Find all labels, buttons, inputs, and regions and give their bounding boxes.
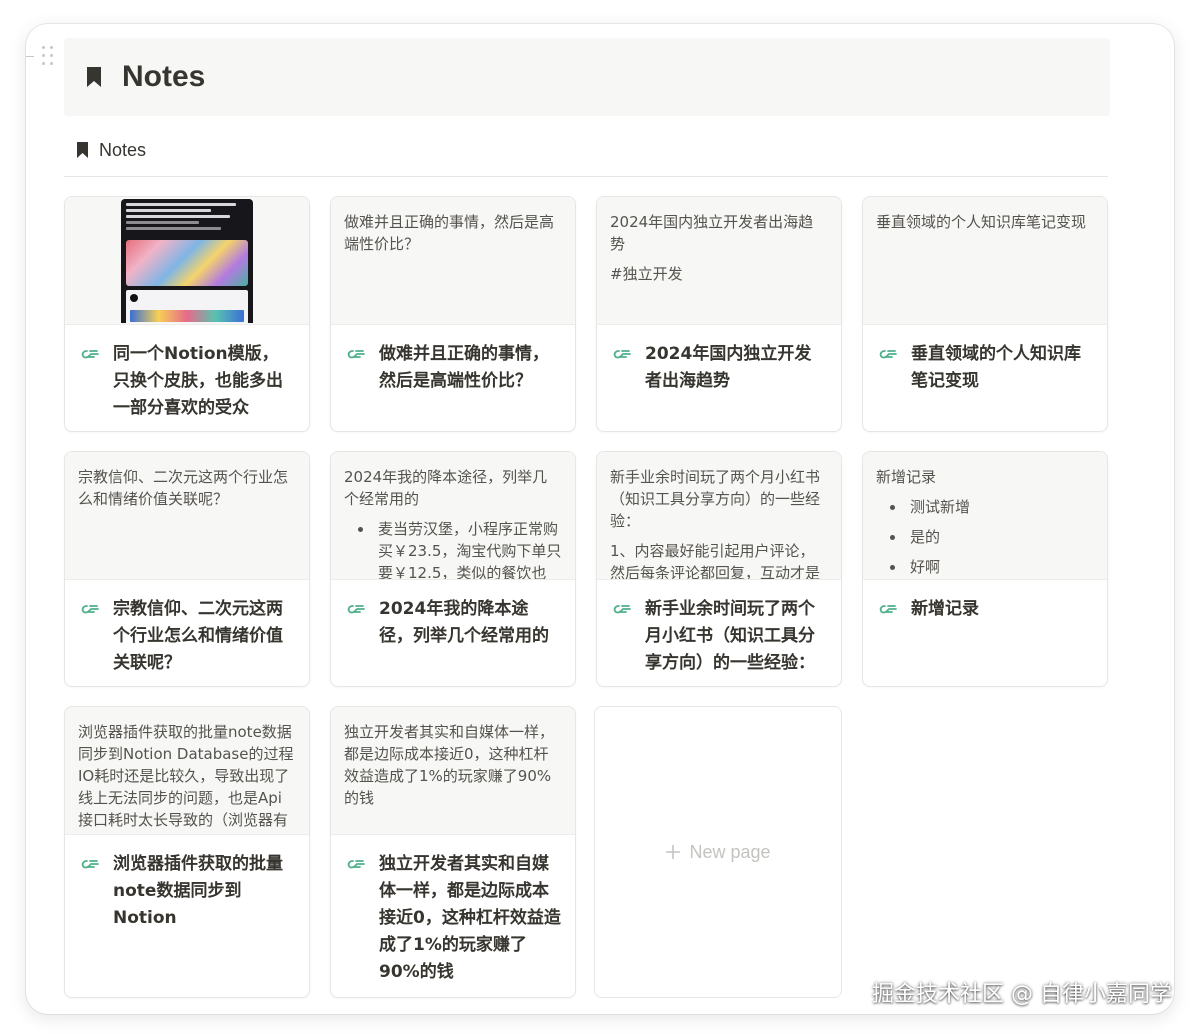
watermark: 掘金技术社区 @ 自律小嘉同学 [872, 982, 1172, 1007]
card-title: 独立开发者其实和自媒体一样，都是边际成本接近0，这种杠杆效益造成了1%的玩家赚了… [379, 854, 561, 982]
card-preview: 2024年国内独立开发者出海趋势 #独立开发 [597, 197, 841, 325]
card-preview: 浏览器插件获取的批量note数据同步到Notion Database的过程IO耗… [65, 707, 309, 835]
gallery-card[interactable]: 做难并且正确的事情，然后是高端性价比？ 做难并且正确的事情，然后是高端性价比？ [330, 196, 576, 432]
card-preview-list-item: 麦当劳汉堡，小程序正常购买￥23.5，淘宝代购下单只要￥12.5，类似的餐饮也 [358, 518, 562, 579]
card-preview-list: 麦当劳汉堡，小程序正常购买￥23.5，淘宝代购下单只要￥12.5，类似的餐饮也 [344, 518, 562, 579]
bookmark-icon [87, 67, 101, 87]
card-preview-text: 宗教信仰、二次元这两个行业怎么和情绪价值关联呢？ [78, 468, 289, 508]
card-title: 新增记录 [911, 599, 979, 619]
page-link-icon [81, 350, 99, 359]
card-title: 做难并且正确的事情，然后是高端性价比？ [379, 344, 549, 391]
card-body: 2024年国内独立开发者出海趋势 [597, 325, 841, 409]
view-divider [64, 176, 1108, 177]
gallery-card[interactable]: 同一个Notion模版，只换个皮肤，也能多出一部分喜欢的受众 [64, 196, 310, 432]
gallery-card[interactable]: 新手业余时间玩了两个月小红书（知识工具分享方向）的一些经验： 1、内容最好能引起用… [596, 451, 842, 687]
card-preview: 独立开发者其实和自媒体一样，都是边际成本接近0，这种杠杆效益造成了1%的玩家赚了… [331, 707, 575, 835]
gallery-card[interactable]: 新增记录 测试新增 是的 好啊 新增记录 [862, 451, 1108, 687]
page-link-icon [879, 605, 897, 614]
card-body: 2024年我的降本途径，列举几个经常用的 [331, 580, 575, 664]
gallery-card[interactable]: 2024年我的降本途径，列举几个经常用的麦当劳汉堡，小程序正常购买￥23.5，淘… [330, 451, 576, 687]
bookmark-icon [77, 142, 88, 158]
card-title: 垂直领域的个人知识库笔记变现 [911, 344, 1081, 391]
page-link-icon [81, 605, 99, 614]
card-preview-list: 测试新增 是的 好啊 [876, 496, 1094, 578]
gallery-card[interactable]: 宗教信仰、二次元这两个行业怎么和情绪价值关联呢？ 宗教信仰、二次元这两个行业怎么和… [64, 451, 310, 687]
card-preview: 宗教信仰、二次元这两个行业怎么和情绪价值关联呢？ [65, 452, 309, 580]
gallery-card[interactable]: 2024年国内独立开发者出海趋势 #独立开发 2024年国内独立开发者出海趋势 [596, 196, 842, 432]
card-preview: 新增记录测试新增是的好啊 [863, 452, 1107, 580]
view-tab-label: Notes [99, 139, 147, 160]
card-preview-text: 新手业余时间玩了两个月小红书（知识工具分享方向）的一些经验： [610, 468, 821, 530]
page-header: Notes [64, 38, 1110, 116]
card-body: 浏览器插件获取的批量note数据同步到Notion [65, 835, 309, 946]
card-preview: 新手业余时间玩了两个月小红书（知识工具分享方向）的一些经验： 1、内容最好能引起用… [597, 452, 841, 580]
card-preview-text: 浏览器插件获取的批量note数据同步到Notion Database的过程IO耗… [78, 723, 294, 829]
card-preview-text: 做难并且正确的事情，然后是高端性价比？ [344, 213, 555, 253]
card-title: 宗教信仰、二次元这两个行业怎么和情绪价值关联呢？ [113, 599, 283, 673]
card-body: 做难并且正确的事情，然后是高端性价比？ [331, 325, 575, 409]
card-body: 宗教信仰、二次元这两个行业怎么和情绪价值关联呢？ [65, 580, 309, 686]
card-preview-list-item: 是的 [890, 526, 1094, 548]
card-preview-text: #独立开发 [610, 265, 683, 283]
card-preview: 做难并且正确的事情，然后是高端性价比？ [331, 197, 575, 325]
card-body: 新手业余时间玩了两个月小红书（知识工具分享方向）的一些经验： [597, 580, 841, 686]
new-page-label: New page [689, 841, 771, 862]
card-title: 浏览器插件获取的批量note数据同步到Notion [113, 854, 283, 928]
card-preview: 2024年我的降本途径，列举几个经常用的麦当劳汉堡，小程序正常购买￥23.5，淘… [331, 452, 575, 580]
card-preview [65, 197, 309, 325]
page-link-icon [613, 350, 631, 359]
new-page-button[interactable]: New page [594, 706, 842, 998]
card-preview-list-item: 测试新增 [890, 496, 1094, 518]
card-preview-text: 独立开发者其实和自媒体一样，都是边际成本接近0，这种杠杆效益造成了1%的玩家赚了… [344, 723, 555, 807]
page-link-icon [347, 860, 365, 869]
drag-handle-icon[interactable] [42, 46, 54, 68]
card-preview-text: 2024年我的降本途径，列举几个经常用的 [344, 468, 548, 508]
gallery-card[interactable]: 浏览器插件获取的批量note数据同步到Notion Database的过程IO耗… [64, 706, 310, 998]
card-title: 2024年国内独立开发者出海趋势 [645, 344, 812, 391]
page-link-icon [347, 605, 365, 614]
plus-icon [666, 845, 681, 859]
page-link-icon [879, 350, 897, 359]
card-preview-text: 2024年国内独立开发者出海趋势 [610, 213, 814, 253]
page-title: Notes [122, 60, 206, 93]
card-preview: 垂直领域的个人知识库笔记变现 [863, 197, 1107, 325]
card-preview-text: 新增记录 [876, 468, 937, 486]
card-title: 新手业余时间玩了两个月小红书（知识工具分享方向）的一些经验： [645, 599, 815, 673]
card-body: 同一个Notion模版，只换个皮肤，也能多出一部分喜欢的受众 [65, 325, 309, 431]
view-tab-notes[interactable]: Notes [76, 136, 146, 164]
page-link-icon [347, 350, 365, 359]
page-link-icon [81, 860, 99, 869]
edge-marker [26, 56, 34, 57]
page-link-icon [613, 605, 631, 614]
card-title: 2024年我的降本途径，列举几个经常用的 [379, 599, 549, 646]
card-body: 独立开发者其实和自媒体一样，都是边际成本接近0，这种杠杆效益造成了1%的玩家赚了… [331, 835, 575, 997]
card-preview-list-item: 好啊 [890, 556, 1094, 578]
card-body: 新增记录 [863, 580, 1107, 637]
card-preview-text: 垂直领域的个人知识库笔记变现 [876, 213, 1087, 231]
gallery-card[interactable]: 垂直领域的个人知识库笔记变现 垂直领域的个人知识库笔记变现 [862, 196, 1108, 432]
gallery-card[interactable]: 独立开发者其实和自媒体一样，都是边际成本接近0，这种杠杆效益造成了1%的玩家赚了… [330, 706, 576, 998]
cover-image [121, 199, 253, 323]
card-title: 同一个Notion模版，只换个皮肤，也能多出一部分喜欢的受众 [113, 344, 283, 418]
card-preview-text: 1、内容最好能引起用户评论，然后每条评论都回复，互动才是 [610, 542, 821, 580]
card-body: 垂直领域的个人知识库笔记变现 [863, 325, 1107, 409]
